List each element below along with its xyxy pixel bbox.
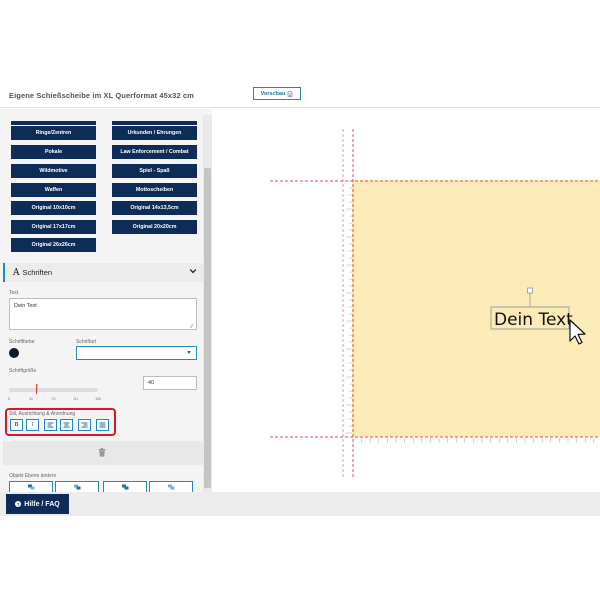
slider-tick-label: 150 (95, 397, 101, 401)
slider-tick-label: 0n (29, 397, 34, 401)
bring-to-front-icon (27, 484, 34, 490)
send-backward-icon (121, 484, 128, 490)
help-faq-button[interactable]: ? Hilfe / FAQ (6, 494, 69, 514)
style-alignment-label: Stil, Ausrichtung & Anordnung (9, 411, 76, 417)
preview-button[interactable]: Vorschau (253, 87, 301, 100)
category-button[interactable]: Ringe/Zentren (11, 126, 96, 140)
designer-header: Eigene Schießscheibe im XL Querformat 45… (0, 84, 600, 108)
align-left-icon (47, 422, 54, 428)
font-color-swatch[interactable] (9, 348, 19, 358)
chevron-down-icon[interactable] (189, 267, 197, 277)
app-root: Eigene Schießscheibe im XL Querformat 45… (0, 0, 600, 600)
scrollbar-thumb[interactable] (204, 168, 211, 488)
font-family-select[interactable] (76, 346, 197, 360)
slider-tick-label: 111 (73, 397, 79, 401)
font-color-label: Schriftfarbe (9, 339, 35, 345)
bold-button[interactable]: B (10, 419, 23, 431)
italic-button[interactable]: I (26, 419, 39, 431)
category-button[interactable]: Original 17x17cm (11, 220, 96, 234)
category-button[interactable]: Urkunden / Ehrungen (112, 126, 197, 140)
slider-tick-label: 8 (8, 397, 10, 401)
font-size-input[interactable] (143, 376, 197, 390)
italic-label: I (31, 422, 34, 428)
align-left-button[interactable] (44, 419, 57, 431)
align-center-button[interactable] (60, 419, 73, 431)
category-button[interactable]: Original 14x13,5cm (112, 201, 197, 215)
font-size-label: Schriftgröße (9, 368, 37, 374)
resize-grip-icon[interactable]: ⁄⁄ (191, 324, 193, 330)
font-a-icon: A (13, 267, 20, 278)
rotate-handle[interactable] (527, 287, 533, 294)
text-label: Text (9, 290, 19, 296)
text-input[interactable]: Dein Text (9, 298, 197, 330)
align-center-icon (63, 422, 70, 428)
target-area[interactable] (352, 180, 600, 437)
horizontal-ruler (352, 438, 594, 443)
help-faq-label: Hilfe / FAQ (24, 500, 60, 508)
text-object[interactable]: Dein Text (494, 310, 573, 330)
font-family-label: Schriftart (76, 339, 97, 345)
trash-icon[interactable] (98, 448, 106, 457)
layer-label: Objekt Ebene ändern (9, 473, 57, 479)
slider-tick-label: 75 (51, 397, 56, 401)
preview-label: Vorschau (260, 90, 286, 97)
align-justify-button[interactable] (96, 419, 109, 431)
align-justify-icon (99, 422, 106, 428)
align-right-button[interactable] (78, 419, 91, 431)
category-button[interactable]: Spiel - Spaß (112, 164, 197, 178)
category-button[interactable]: Mottoscheiben (112, 183, 197, 197)
canvas-drawing: Dein Text (270, 129, 600, 477)
fonts-section-header[interactable]: A Schriften (3, 263, 203, 282)
bring-forward-icon (73, 484, 80, 490)
fonts-section-title: Schriften (22, 268, 53, 277)
font-size-slider-ticks: 8 0n 75 111 150 (8, 397, 101, 403)
design-canvas[interactable]: Dein Text (212, 109, 600, 492)
font-size-slider[interactable] (9, 388, 98, 392)
align-right-icon (81, 422, 88, 428)
category-button-strip (11, 121, 96, 125)
category-button[interactable]: Original 20x20cm (112, 220, 197, 234)
dropdown-caret-icon (187, 351, 191, 354)
bottom-bar (0, 492, 600, 516)
category-button[interactable]: Original 26x26cm (11, 238, 96, 252)
category-button[interactable]: Original 10x10cm (11, 201, 96, 215)
category-button[interactable]: Pokale (11, 145, 96, 159)
bold-label: B (14, 422, 19, 428)
category-button-strip (112, 121, 197, 125)
send-to-back-icon (167, 484, 174, 490)
question-icon: ? (15, 501, 22, 507)
category-button[interactable]: Law Enforcement / Combat (112, 145, 197, 159)
vertical-ruler (346, 180, 352, 434)
page-title: Eigene Schießscheibe im XL Querformat 45… (9, 91, 194, 100)
font-size-slider-handle[interactable] (35, 384, 38, 394)
category-button[interactable]: Waffen (11, 183, 96, 197)
category-button[interactable]: Wildmotive (11, 164, 96, 178)
document-icon (288, 90, 293, 97)
